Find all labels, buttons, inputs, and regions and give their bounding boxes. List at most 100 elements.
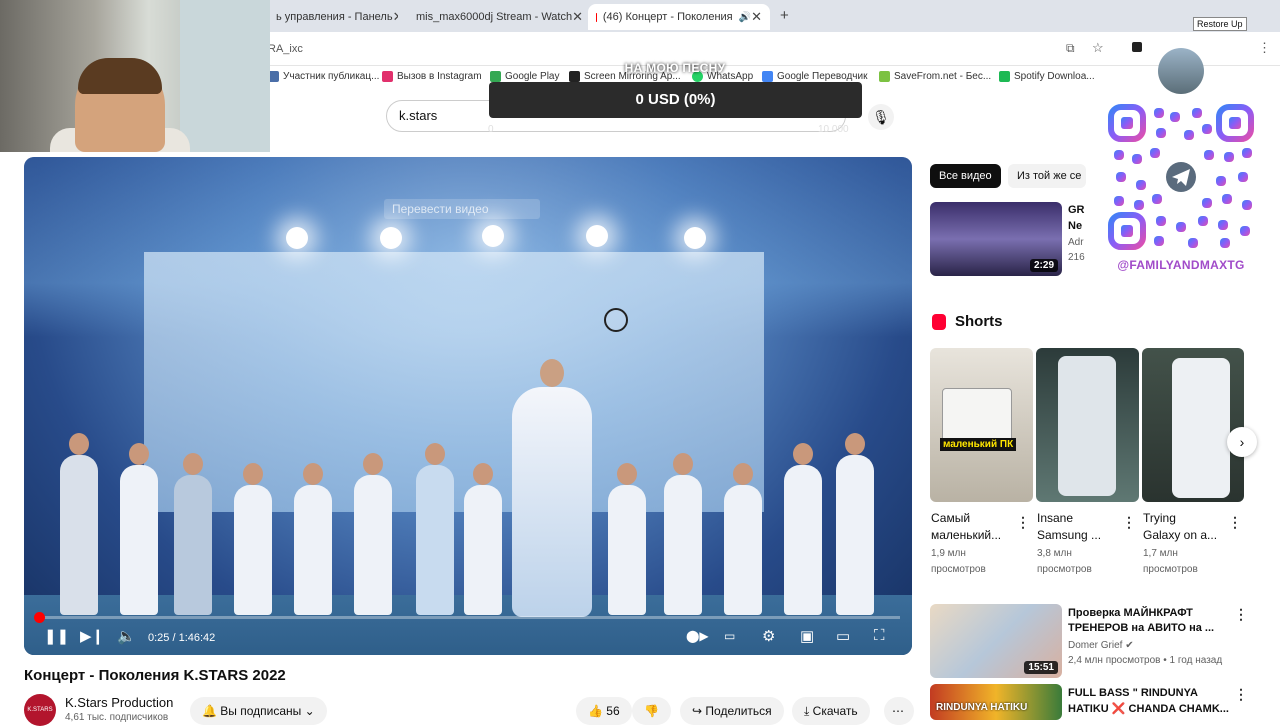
like-button[interactable]: 👍 56	[576, 697, 632, 725]
more-icon[interactable]: ⋮	[1234, 606, 1248, 623]
channel-name[interactable]: K.Stars Production	[65, 695, 173, 710]
bookmark-label: Google Переводчик	[777, 71, 868, 82]
tab-label: (46) Концерт - Поколения	[602, 11, 733, 23]
microphone-icon[interactable]: 🎙	[868, 104, 894, 130]
cast-icon[interactable]: ⧉	[1066, 41, 1075, 56]
channel-avatar[interactable]: K.STARS	[24, 694, 56, 726]
donation-goal-min: 0	[488, 124, 494, 135]
performer	[784, 443, 822, 615]
video-title-line[interactable]: FULL BASS " RINDUNYA	[1068, 687, 1198, 699]
stage-light	[482, 225, 504, 247]
chevron-right-icon[interactable]: ›	[1227, 427, 1257, 457]
short-thumbnail[interactable]: маленький ПК	[930, 348, 1033, 502]
close-icon[interactable]: ✕	[393, 9, 398, 25]
new-tab-icon[interactable]: +	[780, 7, 789, 24]
short-title[interactable]: маленький...	[931, 528, 1001, 542]
bookmark-label: Spotify Downloa...	[1014, 71, 1095, 82]
short-title[interactable]: Insane	[1037, 511, 1073, 525]
subscribed-button[interactable]: 🔔 Вы подписаны ⌄	[190, 697, 327, 725]
browser-tab-kick[interactable]: mis_max6000dj Stream - Watch ✕	[402, 4, 582, 30]
short-thumbnail[interactable]	[1036, 348, 1139, 502]
video-title-line[interactable]: ТРЕНЕРОВ на АВИТО на ...	[1068, 622, 1214, 634]
video-thumbnail[interactable]: 2:29	[930, 202, 1062, 276]
bookmark-item[interactable]: Google Play	[490, 71, 559, 82]
chip-all-videos[interactable]: Все видео	[930, 164, 1001, 188]
dislike-button[interactable]: 👎	[632, 697, 671, 725]
extension-icon[interactable]	[1132, 42, 1142, 52]
bookmark-item[interactable]: Участник публикац...	[268, 71, 379, 82]
video-title-line[interactable]: Проверка МАЙНКРАФТ	[1068, 607, 1193, 619]
subtitles-icon[interactable]: ▭	[724, 629, 735, 643]
time-display: 0:25 / 1:46:42	[148, 632, 216, 644]
bookmark-item[interactable]: Вызов в Instagram	[382, 71, 482, 82]
video-thumbnail[interactable]: 15:51	[930, 604, 1062, 678]
more-icon[interactable]: ⋮	[1016, 514, 1030, 531]
autoplay-toggle[interactable]: ⬤▶	[686, 629, 709, 643]
more-icon[interactable]: ⋮	[1228, 514, 1242, 531]
share-button[interactable]: ↪ Поделиться	[680, 697, 784, 725]
share-label: Поделиться	[705, 704, 772, 718]
bookmark-item[interactable]: Spotify Downloa...	[999, 71, 1095, 82]
video-title-line[interactable]: Ne	[1068, 220, 1082, 232]
close-icon[interactable]: ✕	[572, 9, 582, 25]
screen-mirroring-icon	[569, 71, 580, 82]
instagram-icon	[382, 71, 393, 82]
next-icon[interactable]: ▶❙	[80, 627, 104, 645]
google-icon	[490, 71, 501, 82]
streamer-avatar	[1158, 48, 1204, 94]
phone-image	[1172, 358, 1230, 498]
volume-icon[interactable]: 🔈	[117, 627, 136, 645]
more-icon[interactable]: ⋮	[1234, 686, 1248, 703]
settings-icon[interactable]: ⚙	[762, 627, 775, 645]
progress-bar[interactable]	[34, 612, 900, 623]
performer	[234, 463, 272, 615]
close-icon[interactable]: ✕	[751, 9, 762, 25]
bookmark-item[interactable]: Google Переводчик	[762, 71, 867, 82]
tab-label: ь управления - Панель	[276, 11, 393, 23]
browser-tab-youtube[interactable]: (46) Концерт - Поколения 🔊 ✕	[588, 4, 770, 30]
theater-mode-icon[interactable]: ▭	[836, 627, 850, 645]
browser-tab-panel[interactable]: ь управления - Панель ✕	[268, 4, 398, 30]
performer	[120, 443, 158, 615]
video-thumbnail[interactable]: RINDUNYA HATIKU	[930, 684, 1062, 720]
miniplayer-icon[interactable]: ▣	[800, 627, 814, 645]
subscriber-count: 4,61 тыс. подписчиков	[65, 712, 169, 723]
telegram-qr-code	[1108, 104, 1254, 250]
performer	[836, 433, 874, 615]
chevron-down-icon: ⌄	[304, 704, 315, 718]
performer	[60, 433, 98, 615]
more-actions-button[interactable]: ⋯	[884, 697, 914, 725]
mouse-cursor	[604, 308, 628, 332]
performer	[294, 463, 332, 615]
menu-icon[interactable]: ⋮	[1258, 40, 1271, 56]
speaker-icon[interactable]: 🔊	[739, 12, 751, 23]
more-icon[interactable]: ⋮	[1122, 514, 1136, 531]
video-title-line[interactable]: HATIKU ❌ CHANDA CHAMK...	[1068, 702, 1229, 715]
stage-light	[380, 227, 402, 249]
short-title[interactable]: Trying	[1143, 511, 1176, 525]
spotify-icon	[999, 71, 1010, 82]
short-views: просмотров	[1037, 564, 1092, 575]
short-title[interactable]: Самый	[931, 511, 970, 525]
bookmark-label: SaveFrom.net - Бес...	[894, 71, 992, 82]
share-icon: ↪	[692, 704, 703, 718]
pause-icon[interactable]: ❚❚	[44, 627, 69, 645]
video-title-line[interactable]: GR	[1068, 204, 1085, 216]
short-title[interactable]: Galaxy on a...	[1143, 528, 1217, 542]
download-button[interactable]: ⤓ Скачать	[792, 697, 870, 725]
video-channel: Domer Grief ✔	[1068, 640, 1134, 651]
stage-screen	[144, 252, 764, 512]
chip-same-series[interactable]: Из той же се	[1008, 164, 1086, 188]
translate-video-badge[interactable]: Перевести видео	[384, 199, 540, 219]
download-icon: ⤓	[804, 704, 810, 718]
verified-icon: ✔	[1125, 640, 1134, 651]
bookmark-star-icon[interactable]: ☆	[1092, 40, 1104, 56]
video-player[interactable]: Перевести видео ❚❚ ▶❙ 🔈 0:25 / 1:46:42 ⬤…	[24, 157, 912, 655]
savefrom-icon	[879, 71, 890, 82]
bookmark-item[interactable]: SaveFrom.net - Бес...	[879, 71, 991, 82]
short-title[interactable]: Samsung ...	[1037, 528, 1101, 542]
performer	[174, 453, 212, 615]
short-thumbnail[interactable]	[1142, 348, 1244, 502]
video-views: 216	[1068, 252, 1085, 263]
fullscreen-icon[interactable]: ⛶	[874, 627, 885, 644]
